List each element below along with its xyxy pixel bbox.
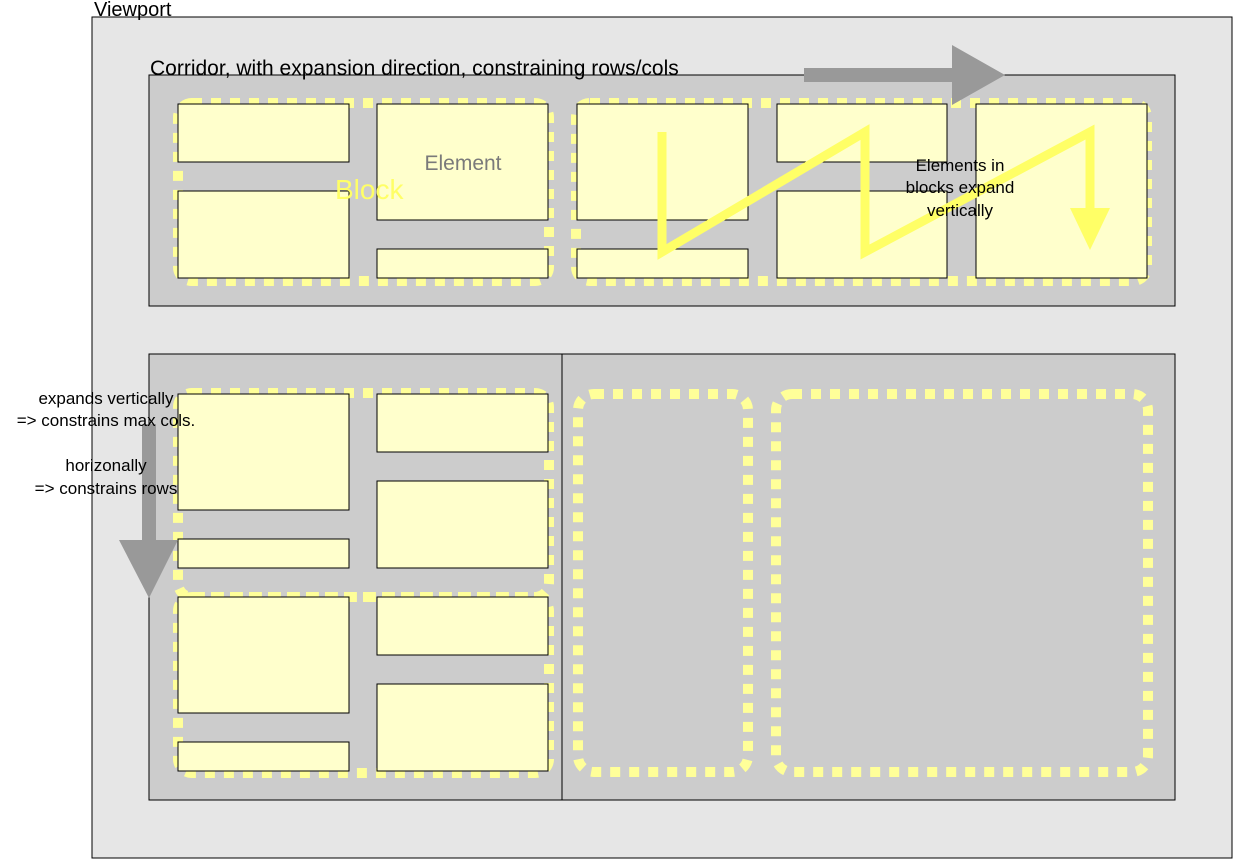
- note-vertical-line-1: expands vertically: [38, 389, 174, 408]
- element: [177, 538, 350, 569]
- element: [177, 190, 350, 279]
- element: [376, 596, 549, 656]
- corridor-bottom-right: [561, 353, 1176, 801]
- element: [177, 393, 350, 511]
- element: [376, 393, 549, 453]
- viewport-label: Viewport: [94, 0, 172, 21]
- layout-diagram: Viewport Corridor, with expansion direct…: [17, 0, 1233, 859]
- element: [376, 480, 549, 569]
- note-elements-expand-line-2: blocks expand: [906, 178, 1015, 197]
- corridor-label: Corridor, with expansion direction, cons…: [150, 57, 679, 80]
- note-horizontal-line-1: horizonally: [65, 456, 147, 475]
- element: [376, 248, 549, 279]
- note-vertical-line-2: => constrains max cols.: [17, 411, 196, 430]
- note-elements-expand-line-3: vertically: [927, 201, 994, 220]
- element: [177, 741, 350, 772]
- block-label: Block: [335, 174, 404, 205]
- note-elements-expand-line-1: Elements in: [916, 156, 1005, 175]
- note-horizontal-line-2: => constrains rows: [35, 479, 178, 498]
- element-label: Element: [424, 152, 501, 175]
- element: [177, 103, 350, 163]
- element: [376, 683, 549, 772]
- element: [177, 596, 350, 714]
